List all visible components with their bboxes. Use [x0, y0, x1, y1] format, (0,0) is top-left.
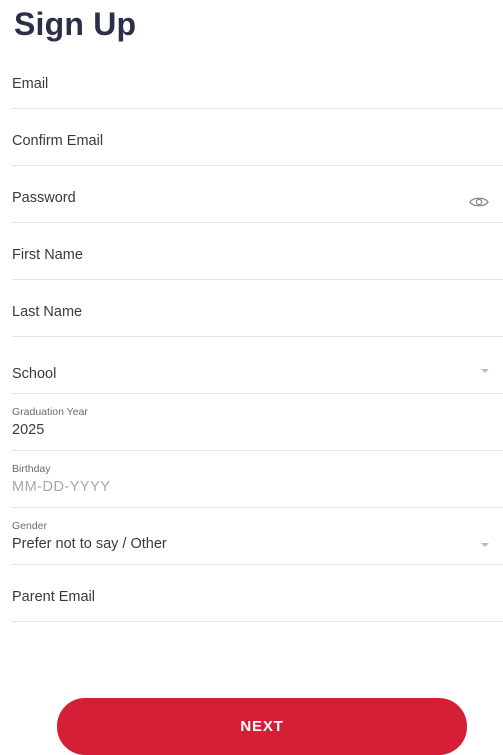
- email-field[interactable]: Email: [12, 52, 503, 109]
- confirm-email-field[interactable]: Confirm Email: [12, 109, 503, 166]
- birthday-placeholder: MM-DD-YYYY: [12, 479, 111, 495]
- last-name-field[interactable]: Last Name: [12, 280, 503, 337]
- chevron-down-icon: [481, 369, 489, 373]
- graduation-year-field[interactable]: Graduation Year 2025: [12, 394, 503, 451]
- school-label: School: [12, 366, 57, 382]
- parent-email-field[interactable]: Parent Email: [12, 565, 503, 622]
- gender-label: Gender: [12, 520, 48, 532]
- birthday-field[interactable]: Birthday MM-DD-YYYY: [12, 451, 503, 508]
- page-title: Sign Up: [14, 6, 137, 42]
- next-button[interactable]: NEXT: [57, 698, 467, 755]
- signup-form: Email Confirm Email Password First Name …: [0, 52, 503, 622]
- first-name-label: First Name: [12, 247, 83, 263]
- password-field[interactable]: Password: [12, 166, 503, 223]
- graduation-year-label: Graduation Year: [12, 406, 88, 418]
- password-label: Password: [12, 190, 76, 206]
- parent-email-label: Parent Email: [12, 589, 96, 605]
- birthday-label: Birthday: [12, 463, 51, 475]
- last-name-label: Last Name: [12, 304, 83, 320]
- confirm-email-label: Confirm Email: [12, 133, 104, 149]
- chevron-down-icon: [481, 543, 489, 547]
- email-label: Email: [12, 76, 49, 92]
- gender-select[interactable]: Gender Prefer not to say / Other: [12, 508, 503, 565]
- school-select[interactable]: School: [12, 337, 503, 394]
- first-name-field[interactable]: First Name: [12, 223, 503, 280]
- gender-value: Prefer not to say / Other: [12, 536, 167, 552]
- graduation-year-value: 2025: [12, 422, 45, 438]
- eye-icon[interactable]: [469, 195, 489, 209]
